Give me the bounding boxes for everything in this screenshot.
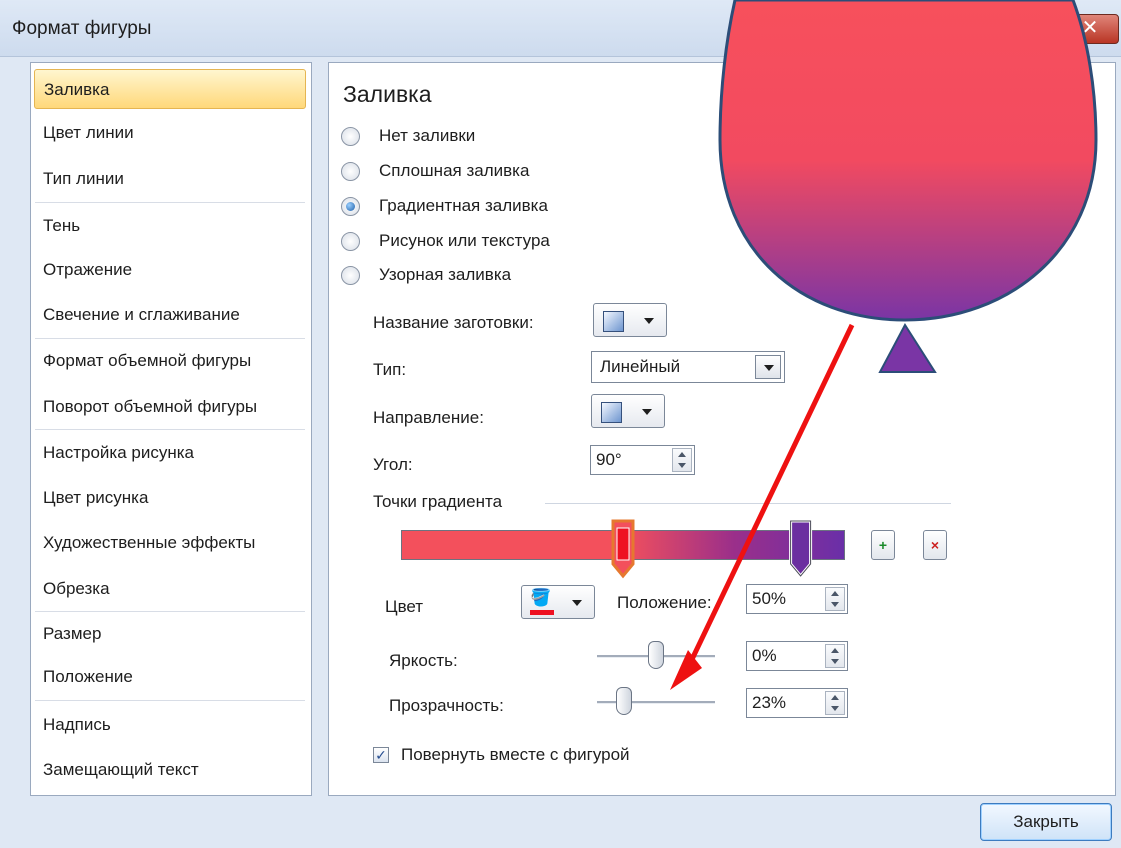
red-arrow bbox=[681, 323, 855, 678]
balloon-shape[interactable] bbox=[718, 0, 1098, 322]
triangle-shape[interactable] bbox=[878, 323, 937, 373]
shape-overlay bbox=[670, 0, 1098, 690]
arrow-head bbox=[670, 650, 702, 690]
